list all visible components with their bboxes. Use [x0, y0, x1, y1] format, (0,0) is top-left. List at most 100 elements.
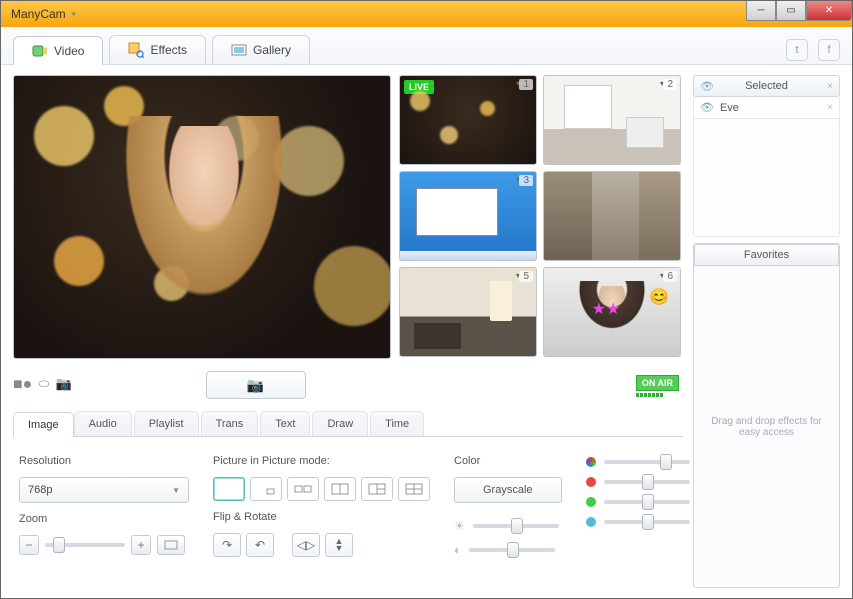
rotate-left-button[interactable]: ↶ [246, 533, 274, 557]
maximize-button[interactable]: ▭ [776, 1, 806, 21]
close-button[interactable]: ✕ [806, 1, 852, 21]
blue-dot-icon [586, 517, 596, 527]
pip-double[interactable] [287, 477, 319, 501]
camera-small-icon[interactable]: 📷 [55, 376, 71, 394]
tab-video-label: Video [54, 44, 84, 58]
thumbnails-grid: LIVE ▾ 1 ▾ 2 ▾ 3 [399, 75, 681, 359]
green-slider[interactable] [604, 500, 690, 504]
tab-effects-label: Effects [150, 43, 186, 57]
selected-item-label: Eve [720, 102, 739, 114]
pip-split-3[interactable] [361, 477, 393, 501]
rgb-icon [586, 457, 596, 467]
subtab-draw[interactable]: Draw [312, 411, 368, 436]
tab-effects[interactable]: Effects [109, 35, 205, 64]
remove-icon[interactable]: × [827, 102, 833, 113]
tab-gallery[interactable]: Gallery [212, 35, 310, 64]
left-column: LIVE ▾ 1 ▾ 2 ▾ 3 [13, 75, 683, 588]
window-controls: ─ ▭ ✕ [746, 1, 852, 21]
zoom-out-button[interactable]: − [19, 535, 39, 555]
tab-gallery-label: Gallery [253, 43, 291, 57]
onair-label: ON AIR [636, 375, 679, 391]
thumb-3[interactable]: ▾ 3 [399, 171, 537, 261]
thumb-4[interactable]: ▾ 4 [543, 171, 681, 261]
contrast-slider[interactable] [469, 548, 555, 552]
main-preview[interactable] [13, 75, 391, 359]
right-column: 👁 Selected × 👁 Eve × Favorites Drag and … [693, 75, 840, 588]
subtab-trans[interactable]: Trans [201, 411, 259, 436]
pip-single[interactable] [250, 477, 282, 501]
gallery-icon [231, 42, 247, 58]
blue-slider[interactable] [604, 520, 690, 524]
selected-item-eve[interactable]: 👁 Eve × [693, 97, 840, 119]
thumb-1[interactable]: LIVE ▾ 1 [399, 75, 537, 165]
zoom-control: − + [19, 535, 189, 555]
zoom-fit-button[interactable] [157, 535, 185, 555]
thumb-2[interactable]: ▾ 2 [543, 75, 681, 165]
star-glasses-icon: ★★ [592, 299, 621, 319]
smiley-icon: 😊 [649, 287, 669, 307]
snapshot-button[interactable]: 📷 [206, 371, 306, 399]
zoom-slider[interactable] [45, 543, 125, 547]
rotate-right-button[interactable]: ↷ [213, 533, 241, 557]
onair-indicator[interactable]: ON AIR [636, 373, 679, 397]
pip-split-4[interactable] [398, 477, 430, 501]
titlebar: ManyCam ▼ ─ ▭ ✕ [1, 1, 852, 27]
grayscale-button[interactable]: Grayscale [454, 477, 562, 503]
minimize-button[interactable]: ─ [746, 1, 776, 21]
app-title-dropdown[interactable]: ManyCam ▼ [1, 7, 88, 21]
red-slider[interactable] [604, 480, 690, 484]
brightness-icon: ☀ [454, 519, 465, 533]
pip-split-v[interactable] [324, 477, 356, 501]
favorites-header: Favorites [694, 244, 839, 266]
brightness-slider[interactable] [473, 524, 559, 528]
pip-none[interactable] [213, 477, 245, 501]
app-title-text: ManyCam [11, 7, 66, 21]
resolution-value: 768p [28, 484, 52, 496]
main-tabs: Video Effects Gallery t f [1, 27, 852, 65]
eye-icon[interactable]: 👁 [700, 101, 714, 114]
pip-label: Picture in Picture mode: [213, 455, 430, 467]
close-icon[interactable]: × [827, 81, 833, 92]
contrast-icon: ◐ [454, 543, 461, 557]
thumb-number: 2 [663, 79, 677, 90]
thumb-number: 3 [519, 175, 533, 186]
record-icon[interactable]: ■● [13, 376, 32, 394]
tab-video[interactable]: Video [13, 36, 103, 65]
favorites-placeholder[interactable]: Drag and drop effects for easy access [694, 266, 839, 587]
selected-header-label: Selected [745, 80, 788, 92]
thumb-number: 1 [519, 79, 533, 90]
sub-tabs: Image Audio Playlist Trans Text Draw Tim… [13, 411, 683, 437]
selected-header: 👁 Selected × [693, 75, 840, 97]
subtab-playlist[interactable]: Playlist [134, 411, 199, 436]
chevron-down-icon: ▼ [70, 10, 78, 19]
subtab-text[interactable]: Text [260, 411, 310, 436]
toggle-icon[interactable]: ⬭ [38, 376, 49, 394]
color-label: Color [454, 455, 562, 467]
facebook-button[interactable]: f [818, 39, 840, 61]
facebook-icon: f [827, 44, 830, 56]
rgb-sliders [586, 455, 690, 557]
flip-rotate: ↷ ↶ ◁▷ ▲▼ [213, 533, 430, 557]
resolution-dropdown[interactable]: 768p ▼ [19, 477, 189, 503]
image-controls: Resolution 768p ▼ Zoom − + Picture in Pi… [13, 445, 683, 567]
flip-horizontal-button[interactable]: ◁▷ [292, 533, 320, 557]
green-dot-icon [586, 497, 596, 507]
twitter-button[interactable]: t [786, 39, 808, 61]
thumb-6[interactable]: ▾ 6 ★★ 😊 [543, 267, 681, 357]
subtab-time[interactable]: Time [370, 411, 424, 436]
zoom-label: Zoom [19, 513, 189, 525]
thumb-number: 6 [663, 271, 677, 282]
thumb-number: 5 [519, 271, 533, 282]
eye-icon[interactable]: 👁 [700, 80, 714, 93]
subtab-image[interactable]: Image [13, 412, 74, 437]
zoom-in-button[interactable]: + [131, 535, 151, 555]
flip-vertical-button[interactable]: ▲▼ [325, 533, 353, 557]
preview-toolbar: ■● ⬭ 📷 📷 ON AIR [13, 367, 683, 403]
content: LIVE ▾ 1 ▾ 2 ▾ 3 [1, 65, 852, 598]
subtab-audio[interactable]: Audio [74, 411, 132, 436]
chevron-down-icon: ▼ [172, 486, 180, 495]
thumb-5[interactable]: ▾ 5 [399, 267, 537, 357]
favorites-header-label: Favorites [744, 249, 789, 261]
rgb-master-slider[interactable] [604, 460, 690, 464]
pip-modes [213, 477, 430, 501]
